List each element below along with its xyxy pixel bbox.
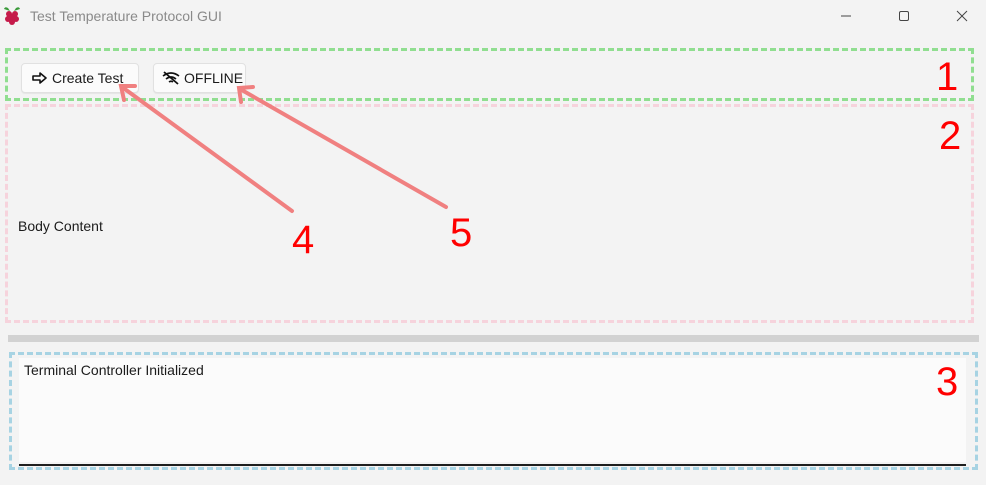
minimize-icon [841,15,851,17]
annotation-number-4: 4 [292,218,315,262]
toolbar-region-outline [5,48,974,101]
raspberry-icon [4,7,20,25]
arrow-right-icon [32,72,47,84]
annotation-number-1: 1 [936,55,959,99]
close-icon [956,10,968,22]
close-button[interactable] [940,0,984,32]
terminal-underline [19,464,966,466]
body-content-label: Body Content [18,218,103,234]
terminal-text: Terminal Controller Initialized [24,362,204,378]
annotation-number-5: 5 [450,211,473,255]
body-region-outline [5,104,974,323]
maximize-icon [899,11,909,21]
create-test-button[interactable]: Create Test [21,63,139,93]
maximize-button[interactable] [882,0,926,32]
offline-label: OFFLINE [184,70,244,86]
wifi-off-icon [162,71,180,85]
splitter-handle[interactable] [8,335,979,342]
annotation-number-3: 3 [936,360,959,404]
create-test-label: Create Test [52,70,124,86]
annotation-number-2: 2 [939,114,962,158]
title-bar: Test Temperature Protocol GUI [0,0,986,32]
window-title: Test Temperature Protocol GUI [30,8,222,24]
minimize-button[interactable] [824,0,868,32]
offline-button[interactable]: OFFLINE [153,63,246,93]
